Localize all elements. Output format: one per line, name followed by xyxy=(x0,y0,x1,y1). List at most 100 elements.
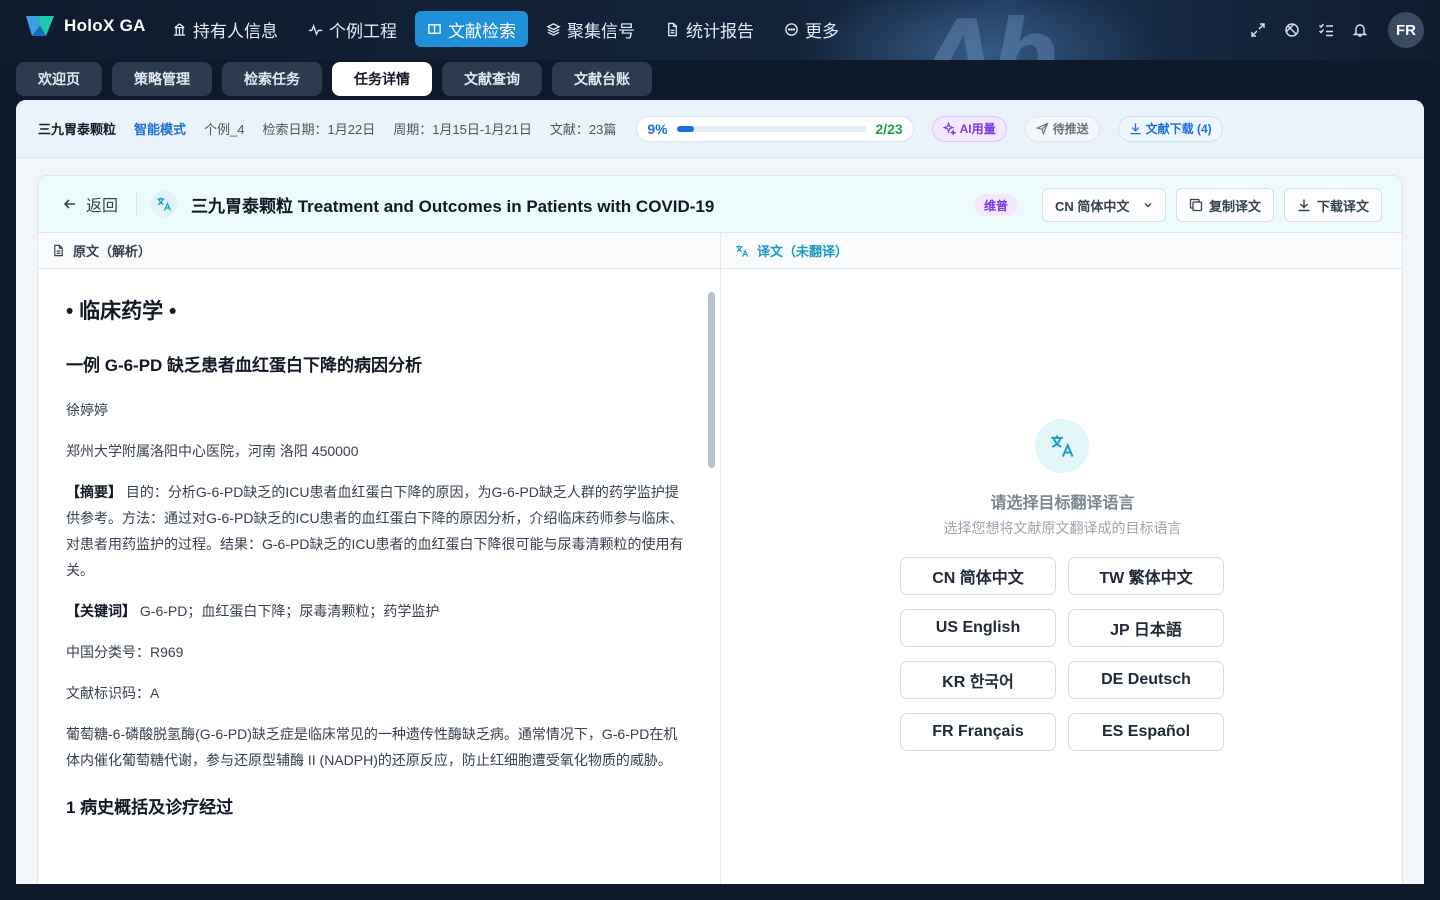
tab-search-tasks[interactable]: 检索任务 xyxy=(222,62,322,96)
keywords: 【关键词】 G-6-PD；血红蛋白下降；尿毒清颗粒；药学监护 xyxy=(66,598,688,624)
literature-download-button[interactable]: 文献下载 (4) xyxy=(1117,115,1223,142)
arrow-left-icon xyxy=(63,199,75,209)
document-header: 返回 三九胃泰颗粒 Treatment and Outcomes in Pati… xyxy=(38,176,1402,233)
book-icon xyxy=(428,23,441,34)
original-text-pane[interactable]: • 临床药学 • 一例 G-6-PD 缺乏患者血红蛋白下降的病因分析 徐婷婷 郑… xyxy=(38,269,721,884)
user-avatar[interactable]: FR xyxy=(1388,12,1424,48)
app-logo[interactable]: HoloX GA xyxy=(24,12,146,40)
send-icon xyxy=(1035,122,1049,135)
logo-icon xyxy=(24,12,56,40)
layers-icon xyxy=(546,22,561,36)
translation-pane-title: 译文（未翻译） xyxy=(757,244,849,259)
keywords-text: G-6-PD；血红蛋白下降；尿毒清颗粒；药学监护 xyxy=(136,603,440,619)
progress-percent: 9% xyxy=(647,120,668,137)
author: 徐婷婷 xyxy=(66,402,108,418)
top-navigation-bar: Ab HoloX GA 持有人信息 个例工程 文献检索 聚集信号 统计报告 更多… xyxy=(0,0,1440,60)
report-icon xyxy=(668,22,677,36)
lang-option-zh-tw[interactable]: TW 繁体中文 xyxy=(1068,557,1224,595)
drug-name: 三九胃泰颗粒 xyxy=(38,122,117,137)
main-panel: 三九胃泰颗粒 智能模式 个例_4 检索日期：1月22日 周期：1月15日-1月2… xyxy=(16,100,1424,884)
download-icon xyxy=(1298,199,1310,212)
tab-literature-ledger[interactable]: 文献台账 xyxy=(552,62,652,96)
article-title: 一例 G-6-PD 缺乏患者血红蛋白下降的病因分析 xyxy=(66,356,423,375)
ai-usage-button[interactable]: AI用量 xyxy=(931,115,1007,142)
progress-count: 2/23 xyxy=(875,120,903,137)
app-name: HoloX GA xyxy=(64,16,146,35)
progress-fill xyxy=(677,125,695,132)
lang-option-es[interactable]: ES Español xyxy=(1068,713,1224,751)
target-language-select[interactable]: CN 简体中文 xyxy=(1041,188,1166,222)
tab-literature-query[interactable]: 文献查询 xyxy=(442,62,542,96)
document-icon xyxy=(54,244,63,257)
lang-option-zh-cn[interactable]: CN 简体中文 xyxy=(900,557,1056,595)
copy-icon xyxy=(1189,198,1203,212)
source-tag: 维普 xyxy=(973,194,1018,216)
document-actions: 维普 CN 简体中文 复制译文 下载译文 xyxy=(973,188,1382,222)
pending-push-button[interactable]: 待推送 xyxy=(1024,115,1100,142)
case-id: 个例_4 xyxy=(204,122,245,137)
language-options: CN 简体中文 TW 繁体中文 US English JP 日本語 KR 한국어… xyxy=(900,557,1224,751)
copy-translation-button[interactable]: 复制译文 xyxy=(1175,188,1274,222)
lang-option-ko[interactable]: KR 한국어 xyxy=(900,661,1056,699)
checklist-icon[interactable] xyxy=(1316,20,1336,40)
bell-icon[interactable] xyxy=(1350,20,1370,40)
affiliation: 郑州大学附属洛阳中心医院，河南 洛阳 450000 xyxy=(66,443,359,459)
bottom-edge xyxy=(0,884,1440,900)
download-translation-label: 下载译文 xyxy=(1316,198,1369,214)
abstract-label: 【摘要】 xyxy=(66,484,122,500)
empty-state-title: 请选择目标翻译语言 xyxy=(990,495,1135,512)
main-nav: 持有人信息 个例工程 文献检索 聚集信号 统计报告 更多 xyxy=(160,11,851,47)
translate-icon xyxy=(151,191,178,217)
document-card: 返回 三九胃泰颗粒 Treatment and Outcomes in Pati… xyxy=(37,175,1403,884)
lang-option-fr[interactable]: FR Français xyxy=(900,713,1056,751)
page-tabs: 欢迎页 策略管理 检索任务 任务详情 文献查询 文献台账 xyxy=(16,62,652,96)
lang-option-de[interactable]: DE Deutsch xyxy=(1068,661,1224,699)
target-language-value: CN 简体中文 xyxy=(1054,198,1130,214)
task-info-bar: 三九胃泰颗粒 智能模式 个例_4 检索日期：1月22日 周期：1月15日-1月2… xyxy=(16,100,1424,158)
body-paragraph: 葡萄糖-6-磷酸脱氢酶(G-6-PD)缺乏症是临床常见的一种遗传性酶缺乏病。通常… xyxy=(66,726,678,768)
document-title: 三九胃泰颗粒 Treatment and Outcomes in Patient… xyxy=(191,196,715,216)
tab-task-detail[interactable]: 任务详情 xyxy=(332,62,432,96)
abstract: 【摘要】 目的：分析G-6-PD缺乏的ICU患者血红蛋白下降的原因，为G-6-P… xyxy=(66,479,688,583)
nav-cluster-signal[interactable]: 聚集信号 xyxy=(534,11,647,47)
download-translation-button[interactable]: 下载译文 xyxy=(1283,188,1382,222)
fullscreen-icon[interactable] xyxy=(1248,20,1268,40)
sparkle-icon xyxy=(942,122,956,135)
abstract-text: 目的：分析G-6-PD缺乏的ICU患者血红蛋白下降的原因，为G-6-PD缺乏人群… xyxy=(66,484,684,578)
lang-option-en-us[interactable]: US English xyxy=(900,609,1056,647)
document-code: 文献标识码：A xyxy=(66,685,160,701)
original-pane-title: 原文（解析） xyxy=(73,244,152,259)
classification-number: 中国分类号：R969 xyxy=(66,644,184,660)
nav-label: 文献检索 xyxy=(448,21,516,41)
nav-label: 更多 xyxy=(805,21,839,41)
literature-download-label: 文献下载 (4) xyxy=(1145,122,1212,136)
empty-state-subtitle: 选择您想将文献原文翻译成的目标语言 xyxy=(943,520,1182,536)
more-circle-icon xyxy=(785,22,798,36)
nav-statistics-report[interactable]: 统计报告 xyxy=(653,11,766,47)
back-label: 返回 xyxy=(86,198,119,215)
pulse-icon xyxy=(308,23,323,36)
header-banner-graphic: Ab xyxy=(925,0,1058,60)
nav-label: 统计报告 xyxy=(686,21,754,41)
nav-label: 持有人信息 xyxy=(193,21,278,41)
progress-indicator: 9% 2/23 xyxy=(636,115,914,142)
nav-more[interactable]: 更多 xyxy=(772,11,851,47)
theme-icon[interactable] xyxy=(1282,20,1302,40)
tab-strategy[interactable]: 策略管理 xyxy=(112,62,212,96)
pending-push-label: 待推送 xyxy=(1052,122,1089,136)
mode-badge: 智能模式 xyxy=(134,122,187,137)
top-right-tools: FR xyxy=(1248,12,1424,48)
download-icon xyxy=(1130,123,1141,135)
copy-translation-label: 复制译文 xyxy=(1208,198,1261,214)
lang-option-ja[interactable]: JP 日本語 xyxy=(1068,609,1224,647)
nav-case-engineering[interactable]: 个例工程 xyxy=(296,11,409,47)
period: 周期：1月15日-1月21日 xyxy=(393,122,532,137)
search-date: 检索日期：1月22日 xyxy=(262,122,376,137)
nav-literature-search[interactable]: 文献检索 xyxy=(415,11,528,47)
scrollbar-thumb[interactable] xyxy=(708,292,715,468)
nav-holder-info[interactable]: 持有人信息 xyxy=(160,11,290,47)
back-button[interactable]: 返回 xyxy=(62,192,118,216)
tab-welcome[interactable]: 欢迎页 xyxy=(16,62,102,96)
chevron-down-icon xyxy=(1144,203,1152,208)
ai-usage-label: AI用量 xyxy=(959,122,996,136)
